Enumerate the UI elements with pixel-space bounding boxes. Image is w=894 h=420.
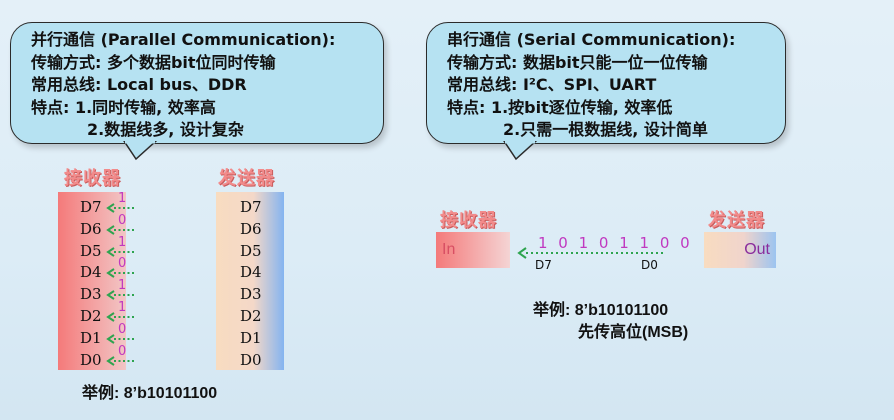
data-bit-value: 1	[118, 191, 127, 206]
parallel-method: 传输方式: 多个数据bit位同时传输	[31, 52, 276, 72]
serial-receiver-box: In	[436, 232, 510, 268]
serial-title: 串行通信 (Serial Communication):	[447, 30, 736, 49]
parallel-example: 举例: 8’b10101100	[82, 385, 218, 402]
serial-receiver-label: 接收器	[440, 210, 497, 231]
sender-pin-label: D0	[240, 350, 262, 369]
serial-example: 举例: 8’b10101100	[533, 302, 669, 319]
serial-bit-stream: 1 0 1 0 1 1 0 0	[538, 234, 693, 252]
parallel-callout: 并行通信 (Parallel Communication): 传输方式: 多个数…	[10, 22, 384, 144]
sender-pin-label: D2	[240, 307, 262, 325]
serial-sender-box: Out	[704, 232, 776, 268]
receiver-pin-label: D2	[80, 307, 102, 325]
data-bit-value: 0	[118, 212, 127, 228]
serial-feature-1: 特点: 1.按bit逐位传输, 效率低	[447, 97, 673, 117]
serial-lsb-label: D0	[641, 258, 658, 272]
serial-in-label: In	[442, 241, 456, 258]
receiver-pin-label: D5	[80, 241, 102, 260]
sender-pin-label: D7	[240, 198, 262, 216]
serial-callout-tail	[503, 141, 538, 161]
parallel-receiver-label: 接收器	[64, 168, 121, 189]
sender-pin-label: D1	[240, 328, 262, 347]
receiver-pin-label: D4	[80, 263, 102, 282]
serial-method: 传输方式: 数据bit只能一位一位传输	[447, 52, 708, 72]
parallel-callout-tail	[123, 141, 158, 161]
data-bit-value: 0	[118, 343, 127, 359]
serial-feature-2: 2.只需一根数据线, 设计简单	[503, 120, 708, 139]
parallel-bus: 常用总线: Local bus、DDR	[31, 75, 247, 94]
receiver-pin-label: D1	[80, 328, 102, 347]
parallel-sender-label: 发送器	[218, 168, 275, 189]
serial-sender-label: 发送器	[708, 210, 765, 231]
serial-bus: 常用总线: I²C、SPI、UART	[447, 75, 657, 94]
data-bit-value: 1	[118, 278, 127, 294]
sender-pin-label: D3	[240, 285, 262, 304]
serial-callout: 串行通信 (Serial Communication): 传输方式: 数据bit…	[426, 22, 786, 144]
receiver-pin-label: D3	[80, 285, 102, 304]
data-bit-value: 0	[118, 256, 127, 272]
serial-msb-label: D7	[535, 258, 552, 272]
sender-pin-label: D6	[240, 219, 262, 238]
data-bit-value: 1	[118, 300, 127, 315]
sender-pin-label: D5	[240, 241, 262, 260]
sender-pin-label: D4	[240, 263, 262, 282]
data-bit-value: 0	[118, 321, 127, 337]
parallel-title: 并行通信 (Parallel Communication):	[31, 30, 336, 49]
serial-msb-note: 先传高位(MSB)	[578, 324, 689, 341]
serial-out-label: Out	[744, 241, 770, 258]
parallel-feature-2: 2.数据线多, 设计复杂	[87, 120, 244, 139]
receiver-pin-label: D7	[80, 198, 102, 216]
parallel-feature-1: 特点: 1.同时传输, 效率高	[31, 97, 216, 117]
data-bit-value: 1	[118, 234, 127, 250]
receiver-pin-label: D0	[80, 350, 102, 369]
receiver-pin-label: D6	[80, 219, 102, 238]
